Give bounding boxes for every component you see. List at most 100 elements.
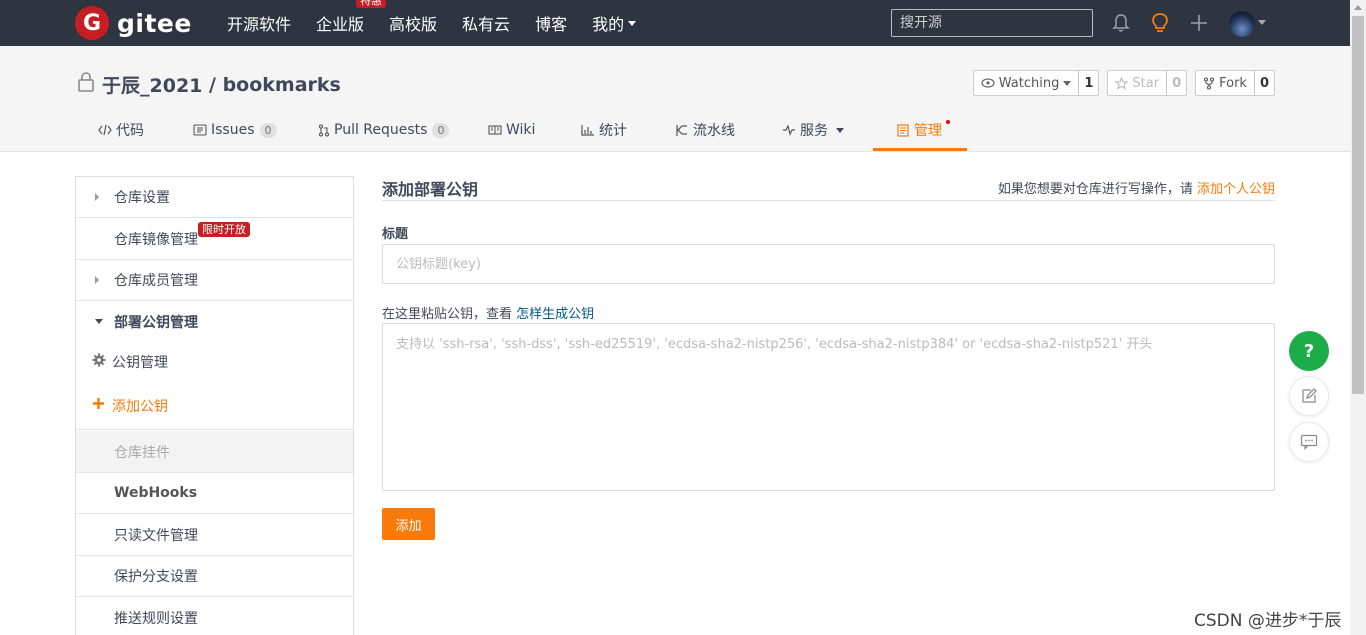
- tab-issues[interactable]: Issues 0: [193, 108, 277, 152]
- lock-icon: [76, 71, 96, 98]
- pulse-icon: [783, 124, 795, 136]
- issues-icon: [193, 124, 207, 136]
- book-icon: [488, 125, 502, 135]
- sidebar-item-repo-settings[interactable]: 仓库设置: [76, 177, 353, 218]
- sidebar-item-push-rules[interactable]: 推送规则设置: [76, 597, 353, 635]
- edit-icon[interactable]: [1289, 376, 1329, 416]
- lightbulb-icon[interactable]: [1148, 11, 1172, 35]
- chevron-down-icon[interactable]: [1258, 20, 1266, 25]
- sidebar-item-label: 保护分支设置: [114, 569, 198, 585]
- limited-badge: 限时开放: [198, 222, 250, 237]
- bar-chart-icon: [581, 125, 594, 136]
- scroll-up-arrow-icon[interactable]: [1354, 5, 1362, 10]
- sidebar-item-label: 仓库镜像管理: [114, 231, 198, 248]
- help-button[interactable]: ?: [1289, 331, 1329, 371]
- star-count[interactable]: 0: [1167, 70, 1188, 96]
- chevron-right-icon: [95, 276, 99, 284]
- tab-stats[interactable]: 统计: [581, 108, 627, 152]
- nav-item-blog[interactable]: 博客: [535, 11, 567, 35]
- form-header: 添加部署公钥 如果您想要对仓库进行写操作，请 添加个人公钥: [382, 176, 1275, 201]
- fork-button[interactable]: Fork: [1195, 70, 1255, 96]
- sidebar-item-widgets: 仓库挂件: [76, 431, 353, 473]
- sidebar-item-label: 仓库挂件: [114, 444, 170, 461]
- sidebar-item-label: 部署公钥管理: [114, 314, 198, 331]
- nav-item-enterprise[interactable]: 企业版 特惠: [316, 0, 387, 35]
- promo-badge: 特惠: [356, 0, 387, 8]
- sidebar-item-deploy-keys[interactable]: 部署公钥管理: [76, 301, 353, 342]
- top-navbar: G gitee 开源软件 企业版 特惠 高校版 私有云 博客 我的: [0, 0, 1350, 46]
- issues-count-badge: 0: [259, 122, 277, 138]
- tab-label: 管理: [914, 123, 942, 139]
- star-group: Star 0: [1107, 70, 1188, 96]
- tab-label: 服务: [800, 123, 828, 139]
- search-input[interactable]: [891, 9, 1093, 37]
- scrollbar-thumb[interactable]: [1352, 16, 1364, 394]
- fork-count[interactable]: 0: [1254, 70, 1275, 96]
- avatar[interactable]: [1229, 11, 1255, 37]
- sidebar-item-protected-branches[interactable]: 保护分支设置: [76, 556, 353, 597]
- nav-item-label: 企业版: [316, 15, 365, 34]
- watch-count[interactable]: 1: [1079, 70, 1100, 96]
- tab-label: Issues: [211, 122, 255, 138]
- repo-owner-link[interactable]: 于辰_2021: [102, 71, 202, 98]
- repo-name-link[interactable]: bookmarks: [223, 74, 341, 96]
- nav-item-private-cloud[interactable]: 私有云: [462, 11, 510, 35]
- sidebar-item-label: 只读文件管理: [114, 527, 198, 544]
- tab-wiki[interactable]: Wiki: [488, 108, 535, 152]
- how-to-generate-link[interactable]: 怎样生成公钥: [516, 307, 594, 322]
- plus-icon: [92, 397, 105, 414]
- pr-count-badge: 0: [432, 122, 450, 138]
- sidebar-item-add-key[interactable]: 添加公钥: [76, 382, 353, 430]
- sidebar-item-label: 添加公钥: [112, 398, 168, 415]
- nav-item-label: 我的: [592, 15, 625, 34]
- star-button[interactable]: Star: [1107, 70, 1168, 96]
- nav-item-label: 博客: [535, 15, 568, 34]
- gitee-logo[interactable]: G gitee: [75, 6, 192, 40]
- notification-dot: [946, 120, 950, 124]
- nav-item-label: 高校版: [389, 15, 438, 34]
- bell-icon[interactable]: [1109, 11, 1133, 35]
- sidebar-item-label: 推送规则设置: [114, 610, 198, 627]
- star-icon: [1115, 76, 1129, 90]
- tab-label: Pull Requests: [334, 122, 428, 138]
- hint-text: 如果您想要对仓库进行写操作，请: [997, 182, 1197, 197]
- tab-code[interactable]: 代码: [98, 108, 144, 152]
- nav-item-open-source[interactable]: 开源软件: [227, 11, 291, 35]
- chevron-down-icon: [95, 319, 103, 324]
- tab-pull-requests[interactable]: Pull Requests 0: [318, 108, 450, 152]
- sidebar-item-members[interactable]: 仓库成员管理: [76, 260, 353, 301]
- eye-icon: [981, 78, 995, 88]
- tab-label: 代码: [116, 123, 144, 139]
- sidebar-item-label: 公钥管理: [112, 355, 168, 371]
- plus-icon[interactable]: [1187, 11, 1211, 35]
- nav-item-mine[interactable]: 我的: [592, 11, 637, 35]
- manage-icon: [897, 123, 909, 137]
- sidebar-item-key-management[interactable]: 公钥管理: [76, 342, 353, 382]
- sidebar-item-readonly-files[interactable]: 只读文件管理: [76, 514, 353, 556]
- sidebar-item-label: 仓库设置: [114, 190, 170, 206]
- add-personal-key-link[interactable]: 添加个人公钥: [1197, 182, 1275, 197]
- nav-item-education[interactable]: 高校版: [389, 11, 437, 35]
- settings-sidebar: 仓库设置 仓库镜像管理 限时开放 仓库成员管理 部署公钥管理 公钥管理 添加公钥…: [75, 176, 354, 635]
- tab-services[interactable]: 服务: [782, 108, 844, 152]
- active-tab-indicator: [873, 148, 967, 151]
- tab-label: 统计: [599, 123, 627, 139]
- sidebar-item-mirror[interactable]: 仓库镜像管理 限时开放: [76, 218, 353, 260]
- tab-label: 流水线: [693, 123, 735, 139]
- tab-manage[interactable]: 管理: [897, 108, 942, 152]
- csdn-watermark: CSDN @进步*于辰: [1194, 611, 1342, 631]
- chevron-down-icon: [628, 20, 637, 26]
- tab-pipeline[interactable]: 流水线: [675, 108, 735, 152]
- code-icon: [98, 124, 112, 136]
- sidebar-item-webhooks[interactable]: WebHooks: [76, 473, 353, 514]
- key-title-input[interactable]: [382, 244, 1275, 284]
- main-nav: 开源软件 企业版 特惠 高校版 私有云 博客 我的: [227, 0, 661, 46]
- key-label-text: 在这里粘贴公钥，查看: [382, 307, 517, 322]
- tab-label: Wiki: [506, 122, 536, 138]
- watch-button[interactable]: Watching: [972, 70, 1080, 96]
- title-field-label: 标题: [382, 227, 409, 242]
- chat-icon[interactable]: [1289, 422, 1329, 462]
- public-key-textarea[interactable]: [382, 323, 1275, 491]
- chevron-right-icon: [95, 193, 99, 201]
- add-key-button[interactable]: 添加: [382, 508, 435, 540]
